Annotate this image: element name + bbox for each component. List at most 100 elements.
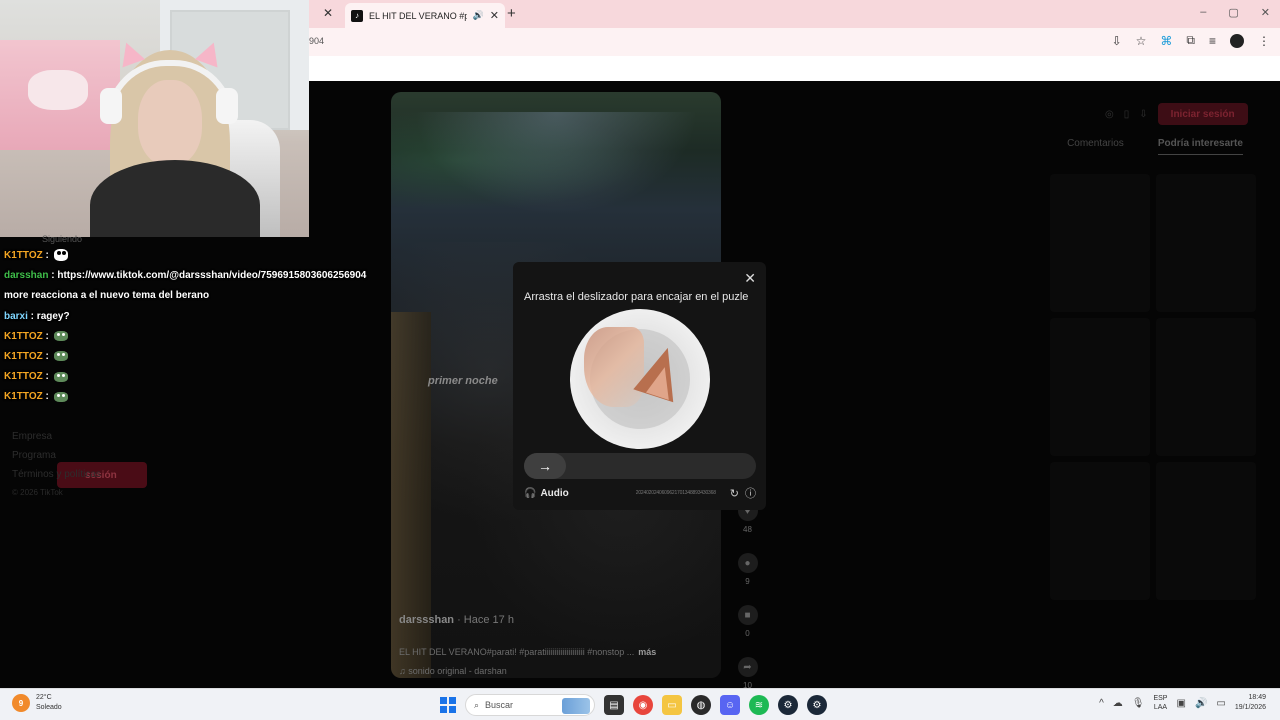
language-indicator[interactable]: ESP LAA xyxy=(1153,694,1167,712)
url-field[interactable]: 904 xyxy=(309,36,324,46)
comment-action[interactable]: ● 9 xyxy=(735,553,760,605)
recommended-video[interactable] xyxy=(1156,318,1256,456)
footer-link-terms[interactable]: Términos y políticas xyxy=(12,469,101,480)
media-icon[interactable]: ≡ xyxy=(1209,34,1216,48)
video-caption-overlay: primer noche xyxy=(428,375,498,387)
star-icon[interactable]: ☆ xyxy=(1136,34,1147,48)
webcam-pillow xyxy=(28,70,88,110)
screen: ✕ ♪ EL HIT DEL VERANO #parati 🔊 ✕ + – ▢ … xyxy=(0,0,1280,720)
footer-link-company[interactable]: Empresa xyxy=(12,431,101,442)
tab-recommended[interactable]: Podría interesarte xyxy=(1157,138,1243,155)
frog-emote-icon xyxy=(53,391,68,402)
share-icon: ➦ xyxy=(737,657,758,677)
video-actions: ♥ 48 ● 9 ■ 0 ➦ 10 xyxy=(735,501,760,709)
network-status-icon[interactable]: ☁ xyxy=(1113,698,1123,709)
chat-message: K1TTOZ : xyxy=(4,387,414,407)
close-icon[interactable]: ✕ xyxy=(744,270,756,287)
chat-message: darsshan : https://www.tiktok.com/@darss… xyxy=(4,270,367,282)
recommended-video[interactable] xyxy=(1050,462,1150,600)
video-author[interactable]: darssshan xyxy=(399,614,454,626)
close-icon[interactable]: ✕ xyxy=(323,6,333,20)
footer-link-program[interactable]: Programa xyxy=(12,450,101,461)
sidebar-following[interactable]: Siguiendo xyxy=(42,234,82,244)
taskbar-search[interactable]: ⌕ Buscar xyxy=(465,694,595,716)
headphone-right xyxy=(216,88,238,124)
headphones-icon[interactable]: 🎧 xyxy=(524,488,536,499)
download-icon[interactable]: ⇩ xyxy=(1139,109,1147,120)
chrome-icon[interactable]: ◉ xyxy=(633,695,653,715)
refresh-icon[interactable]: ↻ xyxy=(730,487,739,500)
obs-icon[interactable]: ◍ xyxy=(691,695,711,715)
video-time: · Hace 17 h xyxy=(454,614,514,626)
speaker-icon[interactable]: 🔊 xyxy=(473,10,484,21)
volume-icon[interactable]: 🔊 xyxy=(1195,698,1207,709)
slider-handle[interactable]: → xyxy=(524,453,566,479)
info-icon[interactable]: ⓘ xyxy=(745,485,756,501)
chat-message: barxi : ragey? xyxy=(4,310,70,322)
tiktok-icon: ♪ xyxy=(351,9,363,22)
microphone-icon[interactable]: 🎙 xyxy=(1132,698,1145,709)
chat-username: barxi xyxy=(4,310,28,322)
file-manager-icon[interactable]: ▤ xyxy=(604,695,624,715)
translate-icon[interactable]: ⌘ xyxy=(1160,34,1172,48)
comment-icon: ● xyxy=(737,553,758,573)
captcha-slider-track[interactable]: → xyxy=(524,453,756,479)
chat-message: K1TTOZ : xyxy=(4,347,414,367)
save-action[interactable]: ■ 0 xyxy=(735,605,760,657)
headphone-left xyxy=(100,88,122,124)
install-icon[interactable]: ⇩ xyxy=(1112,34,1122,48)
stream-chat: K1TTOZ : darsshan : https://www.tiktok.c… xyxy=(4,246,414,408)
recommended-grid xyxy=(1050,174,1256,600)
comment-count: 9 xyxy=(745,577,750,586)
window-controls: – ▢ ✕ xyxy=(1200,6,1270,19)
audio-button[interactable]: Audio xyxy=(540,488,568,499)
coin-icon[interactable]: ◎ xyxy=(1105,109,1114,120)
extensions-icon[interactable]: ⧉ xyxy=(1186,33,1195,48)
browser-tab-active[interactable]: ♪ EL HIT DEL VERANO #parati 🔊 ✕ xyxy=(345,3,505,28)
profile-avatar[interactable] xyxy=(1230,33,1244,48)
sun-icon: 9 xyxy=(12,694,30,712)
bookmark-icon: ■ xyxy=(737,605,758,625)
chat-username: K1TTOZ xyxy=(4,351,43,363)
steam-icon[interactable]: ⚙ xyxy=(778,695,798,715)
new-tab-button[interactable]: + xyxy=(507,5,516,22)
header-actions: ◎ ▯ ⇩ Iniciar sesión xyxy=(1105,103,1248,125)
minimize-button[interactable]: – xyxy=(1200,6,1206,19)
puzzle-piece-ghost xyxy=(584,327,644,407)
discord-icon[interactable]: ☺ xyxy=(720,695,740,715)
lang-layout: LAA xyxy=(1153,704,1168,711)
close-window-button[interactable]: ✕ xyxy=(1261,6,1270,19)
right-panel-tabs: Comentarios Podría interesarte xyxy=(1050,138,1260,155)
recommended-video[interactable] xyxy=(1156,174,1256,312)
toolbar-icons: ⇩ ☆ ⌘ ⧉ ≡ ⋮ xyxy=(1112,33,1270,48)
recommended-video[interactable] xyxy=(1050,318,1150,456)
more-link[interactable]: más xyxy=(638,647,656,657)
device-icon[interactable]: ▯ xyxy=(1124,109,1130,120)
spotify-icon[interactable]: ≋ xyxy=(749,695,769,715)
clock[interactable]: 18:49 19/1/2026 xyxy=(1235,693,1266,713)
tab-comments[interactable]: Comentarios xyxy=(1067,138,1124,155)
recommended-video[interactable] xyxy=(1156,462,1256,600)
captcha-title: Arrastra el deslizador para encajar en e… xyxy=(524,291,749,303)
browser-tab-bar: ✕ ♪ EL HIT DEL VERANO #parati 🔊 ✕ + – ▢ … xyxy=(309,0,1280,28)
weather-widget[interactable]: 9 22°C Soleado xyxy=(12,693,62,713)
menu-icon[interactable]: ⋮ xyxy=(1258,34,1270,48)
chat-username: K1TTOZ xyxy=(4,330,43,342)
bookmark-strip xyxy=(309,56,1280,81)
chevron-up-icon[interactable]: ^ xyxy=(1099,698,1104,709)
recommended-video[interactable] xyxy=(1050,174,1150,312)
taskbar: 9 22°C Soleado ⌕ Buscar ▤ ◉ ▭ ◍ ☺ ≋ ⚙ ⚙ … xyxy=(0,688,1280,720)
display-icon[interactable]: ▣ xyxy=(1176,698,1185,709)
maximize-button[interactable]: ▢ xyxy=(1228,6,1238,19)
captcha-modal: ✕ Arrastra el deslizador para encajar en… xyxy=(513,262,766,510)
login-button[interactable]: Iniciar sesión xyxy=(1157,103,1248,125)
steam-alt-icon[interactable]: ⚙ xyxy=(807,695,827,715)
battery-icon[interactable]: ▭ xyxy=(1216,698,1225,709)
search-highlight-image xyxy=(562,698,590,714)
system-tray: ^ ☁ 🎙 ESP LAA ▣ 🔊 ▭ 18:49 19/1/2026 xyxy=(1099,693,1266,713)
tab-close-icon[interactable]: ✕ xyxy=(490,9,499,22)
video-sound[interactable]: ♫ sonido original - darshan xyxy=(399,666,507,676)
frog-emote-icon xyxy=(53,351,68,362)
windows-start-icon[interactable] xyxy=(440,697,456,713)
folder-icon[interactable]: ▭ xyxy=(662,695,682,715)
